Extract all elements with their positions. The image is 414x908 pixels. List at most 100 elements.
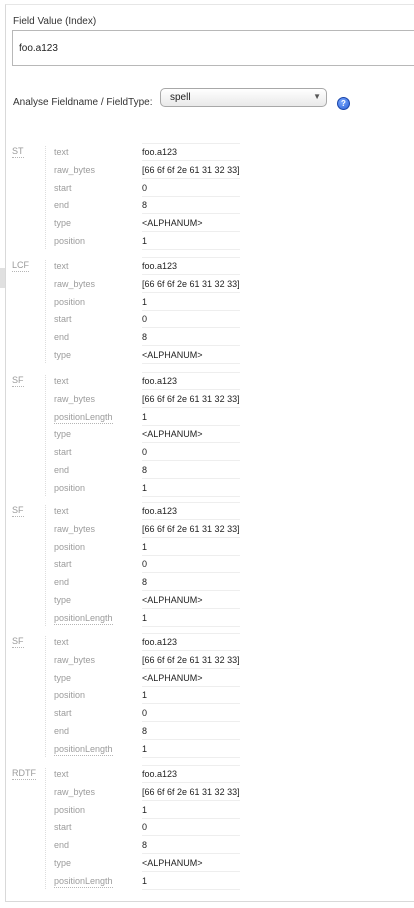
attribute-name: position [54, 482, 86, 493]
token-attribute-row: start 0 [54, 821, 244, 839]
token-attribute-row: raw_bytes [66 6f 6f 2e 61 31 32 33] [54, 654, 244, 672]
attribute-value: 1 [142, 296, 240, 311]
attribute-value: <ALPHANUM> [142, 428, 240, 444]
token-attribute-row: position 1 [54, 689, 244, 707]
token-attribute-row: position 1 [54, 482, 244, 500]
analyse-fieldname-label: Analyse Fieldname / FieldType: [13, 97, 153, 108]
attribute-name: raw_bytes [54, 786, 96, 797]
attribute-value: foo.a123 [142, 765, 240, 783]
attribute-name: position [54, 804, 86, 815]
token-attribute-row: text foo.a123 [54, 633, 244, 654]
token-attribute-row: text foo.a123 [54, 143, 244, 164]
token-attribute-row: end 8 [54, 464, 244, 482]
token-attribute-row: positionLength 1 [54, 743, 244, 761]
attribute-name: positionLength [54, 875, 113, 888]
attribute-name: raw_bytes [54, 278, 96, 289]
attribute-value: 8 [142, 199, 240, 215]
attribute-value: 1 [142, 804, 240, 819]
attribute-name: end [54, 332, 70, 343]
stage-name: LCF [12, 260, 30, 272]
attribute-value: 0 [142, 313, 240, 329]
token-attribute-row: type <ALPHANUM> [54, 857, 244, 875]
fieldtype-select[interactable]: spell ▼ [160, 88, 327, 107]
stage-name: SF [12, 505, 24, 517]
attribute-name: position [54, 690, 86, 701]
token-attribute-row: raw_bytes [66 6f 6f 2e 61 31 32 33] [54, 278, 244, 296]
attribute-value: 8 [142, 331, 240, 347]
attribute-name: position [54, 541, 86, 552]
chevron-down-icon: ▼ [313, 92, 321, 101]
attribute-value: 0 [142, 707, 240, 723]
token-attribute-row: raw_bytes [66 6f 6f 2e 61 31 32 33] [54, 393, 244, 411]
attribute-name: start [54, 182, 72, 193]
attribute-name: end [54, 200, 70, 211]
attribute-name: type [54, 672, 72, 683]
attribute-name: type [54, 218, 72, 229]
attribute-value: 1 [142, 743, 240, 758]
side-tab [0, 268, 5, 288]
attribute-value: [66 6f 6f 2e 61 31 32 33] [142, 164, 240, 179]
attribute-name: text [54, 769, 69, 779]
attribute-name: raw_bytes [54, 654, 96, 665]
attribute-value: 1 [142, 235, 240, 250]
token-attribute-row: position 1 [54, 296, 244, 314]
token-attribute-row: type <ALPHANUM> [54, 594, 244, 612]
attribute-value: 0 [142, 182, 240, 197]
stage-name: SF [12, 636, 24, 648]
attribute-name: position [54, 236, 86, 246]
attribute-name: type [54, 350, 72, 360]
token-attribute-row: position 1 [54, 235, 244, 253]
attribute-name: start [54, 559, 72, 570]
analyse-fieldname-row: Analyse Fieldname / FieldType: spell ▼ ? [13, 88, 408, 112]
attribute-value: 1 [142, 689, 240, 705]
attribute-value: foo.a123 [142, 372, 240, 390]
attribute-value: [66 6f 6f 2e 61 31 32 33] [142, 278, 240, 293]
token-attribute-row: start 0 [54, 313, 244, 331]
attribute-name: start [54, 447, 72, 458]
token-attribute-row: type <ALPHANUM> [54, 349, 244, 367]
attribute-value: [66 6f 6f 2e 61 31 32 33] [142, 786, 240, 801]
token-attribute-row: positionLength 1 [54, 612, 244, 630]
attribute-name: start [54, 822, 72, 833]
attribute-name: end [54, 465, 70, 475]
attribute-name: type [54, 429, 72, 440]
stage-divider [45, 505, 46, 626]
attribute-name: type [54, 858, 72, 868]
field-value-input[interactable] [12, 30, 414, 66]
attribute-value: 0 [142, 558, 240, 574]
attribute-name: end [54, 840, 70, 851]
attribute-value: 0 [142, 446, 240, 462]
attribute-value: [66 6f 6f 2e 61 31 32 33] [142, 393, 240, 408]
attribute-value: 1 [142, 875, 240, 890]
token-attribute-row: type <ALPHANUM> [54, 428, 244, 446]
attribute-name: end [54, 577, 70, 588]
token-attribute-row: raw_bytes [66 6f 6f 2e 61 31 32 33] [54, 164, 244, 182]
token-attribute-row: end 8 [54, 839, 244, 857]
attribute-name: text [54, 147, 69, 157]
attribute-name: text [54, 637, 69, 647]
attribute-name: positionLength [54, 411, 113, 424]
token-attribute-row: raw_bytes [66 6f 6f 2e 61 31 32 33] [54, 786, 244, 804]
token-attribute-row: text foo.a123 [54, 257, 244, 278]
attribute-name: raw_bytes [54, 523, 96, 534]
attribute-name: text [54, 261, 69, 271]
attribute-value: [66 6f 6f 2e 61 31 32 33] [142, 654, 240, 669]
attribute-name: raw_bytes [54, 164, 96, 175]
attribute-value: [66 6f 6f 2e 61 31 32 33] [142, 523, 240, 538]
attribute-value: <ALPHANUM> [142, 349, 240, 364]
attribute-value: 8 [142, 576, 240, 592]
token-attribute-row: type <ALPHANUM> [54, 217, 244, 235]
stage-name: SF [12, 375, 24, 387]
token-attribute-row: end 8 [54, 199, 244, 217]
token-attribute-row: text foo.a123 [54, 765, 244, 786]
token-attribute-row: raw_bytes [66 6f 6f 2e 61 31 32 33] [54, 523, 244, 541]
attribute-value: 1 [142, 482, 240, 497]
token-attribute-row: end 8 [54, 576, 244, 594]
attribute-name: raw_bytes [54, 393, 96, 404]
field-value-label: Field Value (Index) [13, 16, 97, 27]
stage-divider [45, 768, 46, 889]
stage-name: RDTF [12, 768, 36, 780]
attribute-value: foo.a123 [142, 633, 240, 651]
help-icon[interactable]: ? [337, 97, 350, 110]
attribute-name: position [54, 296, 86, 307]
